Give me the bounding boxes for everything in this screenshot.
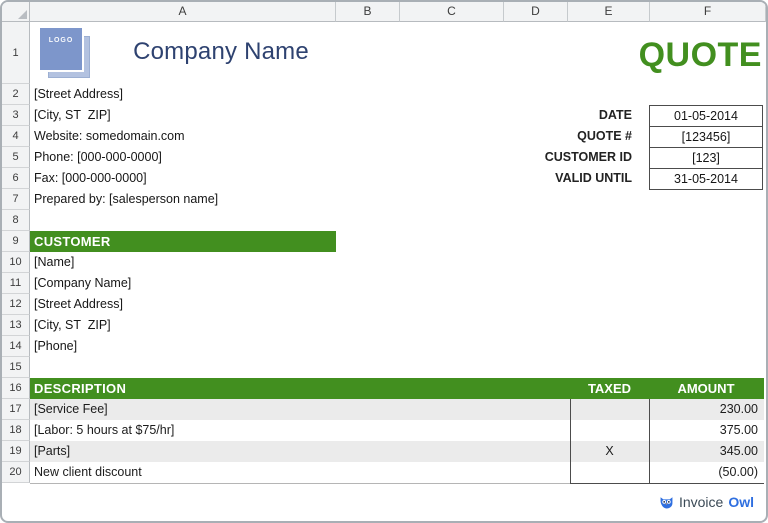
- item-description-cell[interactable]: [Labor: 5 hours at $75/hr]: [34, 420, 174, 441]
- customer-street-cell[interactable]: [Street Address]: [34, 294, 123, 314]
- customer-company-cell[interactable]: [Company Name]: [34, 273, 131, 293]
- item-description-cell[interactable]: [Parts]: [34, 441, 70, 462]
- quote-title-cell[interactable]: QUOTE: [542, 36, 762, 75]
- valid-until-label-cell[interactable]: VALID UNTIL: [470, 168, 632, 189]
- date-value-cell[interactable]: 01-05-2014: [650, 106, 762, 126]
- row-header-16[interactable]: 16: [2, 378, 30, 399]
- item-row: [Service Fee] 230.00: [30, 399, 764, 420]
- owl-icon: [659, 495, 674, 510]
- logo-placeholder[interactable]: LOGO: [40, 28, 82, 70]
- taxed-column-right-border: [649, 399, 650, 483]
- company-name-cell[interactable]: Company Name: [96, 38, 346, 66]
- row-header-10[interactable]: 10: [2, 252, 30, 273]
- row-header-2[interactable]: 2: [2, 84, 30, 105]
- table-bottom-border-light: [30, 483, 570, 484]
- item-taxed-cell[interactable]: X: [570, 441, 649, 462]
- customer-name-cell[interactable]: [Name]: [34, 252, 74, 272]
- company-fax-cell[interactable]: Fax: [000-000-0000]: [34, 168, 147, 188]
- row-header-20[interactable]: 20: [2, 462, 30, 483]
- item-description-cell[interactable]: New client discount: [34, 462, 142, 483]
- item-description-cell[interactable]: [Service Fee]: [34, 399, 108, 420]
- item-amount-cell[interactable]: 230.00: [649, 399, 763, 420]
- row-header-5[interactable]: 5: [2, 147, 30, 168]
- date-label-cell[interactable]: DATE: [470, 105, 632, 126]
- spreadsheet-window: A B C D E F 1 2 3 4 5 6 7 8 9 10 11 12 1…: [0, 0, 768, 523]
- column-header-a[interactable]: A: [30, 2, 336, 22]
- column-header-d[interactable]: D: [504, 2, 568, 22]
- customer-id-label-cell[interactable]: CUSTOMER ID: [470, 147, 632, 168]
- column-header-f[interactable]: F: [650, 2, 766, 22]
- item-row: [Parts] X 345.00: [30, 441, 764, 462]
- column-header-b[interactable]: B: [336, 2, 400, 22]
- customer-section-header[interactable]: CUSTOMER: [30, 231, 336, 252]
- select-all-corner[interactable]: [2, 2, 30, 22]
- row-header-9[interactable]: 9: [2, 231, 30, 252]
- amount-header-cell[interactable]: AMOUNT: [649, 378, 763, 399]
- row-header-4[interactable]: 4: [2, 126, 30, 147]
- item-amount-cell[interactable]: 345.00: [649, 441, 763, 462]
- sheet-area: LOGO Company Name QUOTE [Street Address]…: [30, 22, 766, 483]
- item-row: New client discount (50.00): [30, 462, 764, 483]
- prepared-by-cell[interactable]: Prepared by: [salesperson name]: [34, 189, 218, 209]
- row-header-18[interactable]: 18: [2, 420, 30, 441]
- company-city-cell[interactable]: [City, ST ZIP]: [34, 105, 111, 125]
- brand-invoice-text: Invoice: [679, 494, 723, 510]
- invoiceowl-brand[interactable]: Invoice Owl: [659, 494, 754, 510]
- description-header-cell[interactable]: DESCRIPTION: [30, 378, 126, 399]
- row-header-3[interactable]: 3: [2, 105, 30, 126]
- customer-city-cell[interactable]: [City, ST ZIP]: [34, 315, 111, 335]
- row-header-8[interactable]: 8: [2, 210, 30, 231]
- column-header-e[interactable]: E: [568, 2, 650, 22]
- taxed-header-cell[interactable]: TAXED: [570, 378, 649, 399]
- column-header-c[interactable]: C: [400, 2, 504, 22]
- row-header-14[interactable]: 14: [2, 336, 30, 357]
- customer-id-value-cell[interactable]: [123]: [650, 147, 762, 168]
- row-header-11[interactable]: 11: [2, 273, 30, 294]
- row-header-12[interactable]: 12: [2, 294, 30, 315]
- row-header-7[interactable]: 7: [2, 189, 30, 210]
- company-website-cell[interactable]: Website: somedomain.com: [34, 126, 185, 146]
- row-header-6[interactable]: 6: [2, 168, 30, 189]
- logo-text: LOGO: [49, 37, 74, 44]
- brand-owl-text: Owl: [728, 494, 754, 510]
- row-header-1[interactable]: 1: [2, 22, 30, 84]
- table-bottom-border-dark: [570, 483, 764, 484]
- valid-until-value-cell[interactable]: 31-05-2014: [650, 168, 762, 189]
- item-amount-cell[interactable]: 375.00: [649, 420, 763, 441]
- row-header-13[interactable]: 13: [2, 315, 30, 336]
- row-header-17[interactable]: 17: [2, 399, 30, 420]
- row-header-15[interactable]: 15: [2, 357, 30, 378]
- taxed-column-left-border: [570, 399, 571, 483]
- company-street-cell[interactable]: [Street Address]: [34, 84, 123, 104]
- quote-number-label-cell[interactable]: QUOTE #: [470, 126, 632, 147]
- row-header-19[interactable]: 19: [2, 441, 30, 462]
- company-phone-cell[interactable]: Phone: [000-000-0000]: [34, 147, 162, 167]
- customer-phone-cell[interactable]: [Phone]: [34, 336, 77, 356]
- quote-meta-box: 01-05-2014 [123456] [123] 31-05-2014: [649, 105, 763, 190]
- items-table-header: DESCRIPTION TAXED AMOUNT: [30, 378, 764, 399]
- item-row: [Labor: 5 hours at $75/hr] 375.00: [30, 420, 764, 441]
- item-amount-cell[interactable]: (50.00): [649, 462, 763, 483]
- select-all-triangle-icon: [18, 10, 27, 19]
- quote-number-value-cell[interactable]: [123456]: [650, 126, 762, 147]
